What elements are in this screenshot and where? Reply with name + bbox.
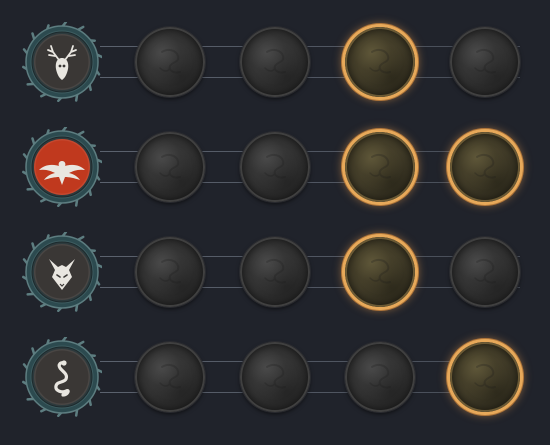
rune-glyph-icon — [264, 48, 286, 74]
rune-glyph-icon — [474, 48, 496, 74]
eagle-spirit-emblem[interactable] — [22, 127, 102, 207]
locked-boon-node[interactable] — [240, 27, 310, 97]
rune-glyph-icon — [159, 153, 181, 179]
snake-spirit-emblem[interactable] — [22, 337, 102, 417]
rune-glyph-icon — [264, 258, 286, 284]
locked-boon-node[interactable] — [135, 132, 205, 202]
wolf-spirit-emblem[interactable] — [22, 232, 102, 312]
locked-boon-node[interactable] — [135, 342, 205, 412]
locked-boon-node[interactable] — [450, 237, 520, 307]
spirit-row-wolf-spirit — [0, 210, 550, 312]
rune-glyph-icon — [159, 363, 181, 389]
spirit-row-deer-spirit — [0, 0, 550, 102]
rune-glyph-icon — [264, 363, 286, 389]
deer-spirit-emblem[interactable] — [22, 22, 102, 102]
rune-glyph-icon — [474, 153, 496, 179]
locked-boon-node[interactable] — [450, 27, 520, 97]
active-boon-node[interactable] — [450, 342, 520, 412]
locked-boon-node[interactable] — [240, 132, 310, 202]
spirit-row-eagle-spirit — [0, 105, 550, 207]
locked-boon-node[interactable] — [240, 342, 310, 412]
spirit-row-snake-spirit — [0, 315, 550, 417]
rune-glyph-icon — [264, 153, 286, 179]
active-boon-node[interactable] — [450, 132, 520, 202]
locked-boon-node[interactable] — [240, 237, 310, 307]
locked-boon-node[interactable] — [345, 342, 415, 412]
rune-glyph-icon — [369, 48, 391, 74]
active-boon-node[interactable] — [345, 237, 415, 307]
spirit-boon-grid — [0, 0, 550, 445]
locked-boon-node[interactable] — [135, 27, 205, 97]
active-boon-node[interactable] — [345, 27, 415, 97]
rune-glyph-icon — [159, 258, 181, 284]
rune-glyph-icon — [369, 258, 391, 284]
active-boon-node[interactable] — [345, 132, 415, 202]
rune-glyph-icon — [159, 48, 181, 74]
rune-glyph-icon — [474, 363, 496, 389]
locked-boon-node[interactable] — [135, 237, 205, 307]
rune-glyph-icon — [369, 363, 391, 389]
rune-glyph-icon — [369, 153, 391, 179]
rune-glyph-icon — [474, 258, 496, 284]
